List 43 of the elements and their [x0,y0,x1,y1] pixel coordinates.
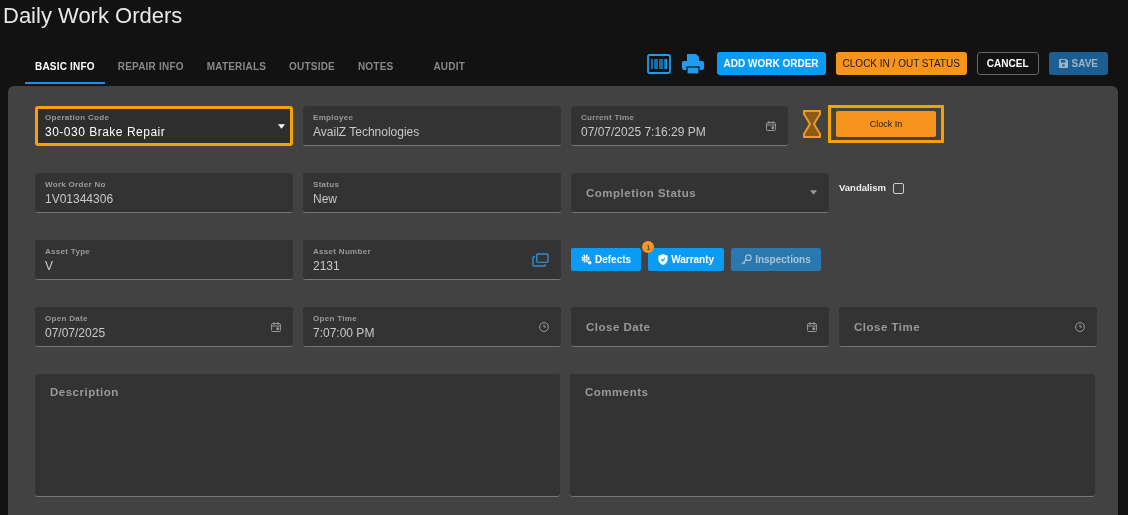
save-icon [1058,59,1068,68]
text-area[interactable]: Comments [570,374,1095,497]
input-field[interactable]: Work Order No 1V01344306 [35,173,293,213]
key-icon [741,254,753,265]
text-area[interactable]: Description [35,374,560,497]
dropdown-field[interactable]: Operation Code 30-030 Brake Repair [35,106,293,146]
gear-icon [581,254,592,265]
input-field[interactable]: Open Time 7:07:00 PM [303,307,561,347]
hourglass-icon [803,110,821,138]
input-field[interactable]: Status New [303,173,561,213]
caret-icon [810,190,817,195]
toolbar-button[interactable]: ADD WORK ORDER [716,52,826,75]
shield-icon [658,254,669,265]
checkbox[interactable] [893,183,904,194]
tab[interactable]: MATERIALS [196,51,277,84]
calendar-icon [807,321,817,332]
clock-icon [539,321,549,332]
toolbar-button[interactable]: CLOCK IN / OUT STATUS [835,52,967,75]
clock-icon [1075,321,1085,332]
input-field[interactable]: Current Time 07/07/2025 7:16:29 PM [571,106,788,146]
input-field[interactable]: Close Time [839,307,1097,347]
checkbox-label: Vandalism [839,182,886,193]
tab[interactable]: OUTSIDE [279,51,345,84]
page-title: Daily Work Orders [2,2,184,30]
input-field[interactable]: Employee AvailZ Technologies [303,106,561,146]
tab[interactable]: BASIC INFO [25,51,105,84]
dropdown-field[interactable]: Completion Status [571,173,829,213]
tab[interactable]: AUDIT [423,51,475,84]
calendar-icon [766,120,776,131]
input-field[interactable]: Open Date 07/07/2025 [35,307,293,347]
copy-icon[interactable] [532,252,549,267]
input-field[interactable]: Close Date [571,307,829,347]
action-button[interactable]: Defects [571,248,642,271]
caret-icon [278,123,285,129]
tab[interactable]: REPAIR INFO [107,51,194,84]
printer-icon[interactable] [680,52,705,75]
calendar-icon [271,321,281,332]
tab[interactable]: NOTES [347,51,404,84]
barcode-icon[interactable] [646,53,671,74]
toolbar-button[interactable]: CANCEL [976,52,1039,75]
input-field[interactable]: Asset Number 2131 [303,240,561,280]
clock-in-button[interactable]: Clock In [836,111,936,137]
input-field[interactable]: Asset Type V [35,240,293,280]
